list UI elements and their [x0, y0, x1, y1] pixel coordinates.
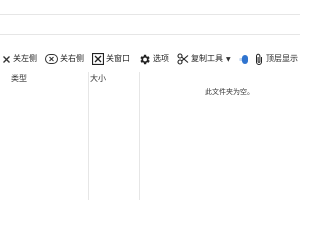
- paperclip-icon: [254, 53, 264, 66]
- close-left-button[interactable]: 关左侧: [0, 49, 39, 69]
- opacity-slider[interactable]: [238, 54, 249, 64]
- column-header-size[interactable]: 大小: [90, 73, 106, 84]
- always-on-top-button[interactable]: 顶层显示: [252, 49, 300, 69]
- column-divider[interactable]: [88, 72, 89, 200]
- close-left-label: 关左侧: [13, 54, 37, 63]
- close-window-label: 关窗口: [106, 54, 130, 63]
- close-right-icon: [45, 54, 58, 64]
- slider-thumb[interactable]: [242, 55, 249, 64]
- column-header-row: 类型 大小: [0, 72, 300, 84]
- empty-folder-message: 此文件夹为空。: [205, 88, 254, 96]
- close-left-icon: [2, 55, 11, 64]
- close-right-label: 关右侧: [60, 54, 84, 63]
- title-bar: [0, 0, 300, 14]
- copy-tool-label: 复制工具: [191, 54, 223, 63]
- gear-icon: [138, 53, 151, 66]
- close-window-icon: [92, 53, 104, 65]
- close-right-button[interactable]: 关右侧: [43, 49, 86, 69]
- scissors-icon: [177, 53, 189, 65]
- column-header-type[interactable]: 类型: [11, 73, 27, 84]
- always-on-top-label: 顶层显示: [266, 54, 298, 63]
- options-button[interactable]: 选项: [136, 49, 171, 69]
- copy-tool-button[interactable]: 复制工具 ▼: [175, 49, 233, 69]
- toolbar: 关左侧 关右侧 关窗口 选项 复制工具 ▼ 顶层显示: [0, 47, 300, 71]
- close-window-button[interactable]: 关窗口: [90, 49, 132, 69]
- chevron-down-icon[interactable]: ▼: [226, 56, 231, 63]
- options-label: 选项: [153, 54, 169, 63]
- address-bar[interactable]: [0, 14, 300, 35]
- column-divider[interactable]: [139, 72, 140, 200]
